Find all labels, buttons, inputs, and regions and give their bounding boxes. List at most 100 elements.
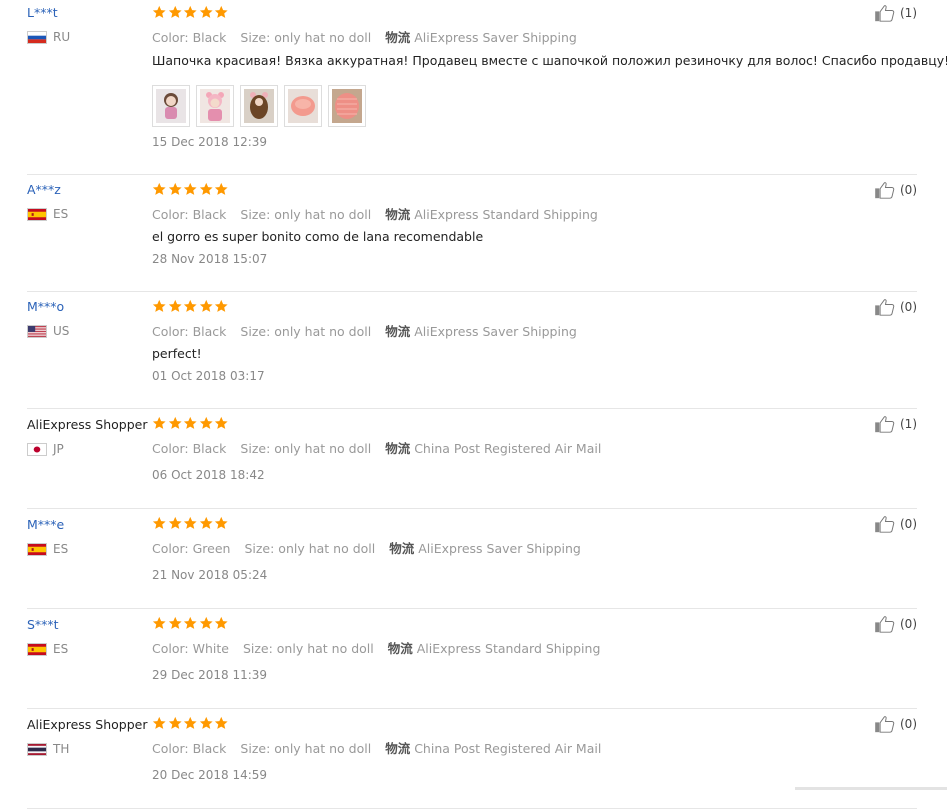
thumbs-up-icon[interactable] — [874, 298, 900, 316]
flag-es-icon — [27, 207, 47, 221]
country-code: US — [53, 324, 70, 338]
thumbs-up-icon[interactable] — [874, 615, 900, 633]
helpful-button[interactable]: (1) — [874, 415, 917, 433]
shipping-method: China Post Registered Air Mail — [414, 441, 602, 456]
flag-th-icon — [27, 742, 47, 756]
star-icon — [199, 616, 214, 631]
reviewer-name[interactable]: M***o — [27, 299, 64, 314]
thumbs-up-icon[interactable] — [874, 4, 900, 22]
star-icon — [199, 516, 214, 531]
helpful-count: (1) — [900, 6, 917, 20]
helpful-count: (0) — [900, 517, 917, 531]
helpful-button[interactable]: (0) — [874, 298, 917, 316]
review-item: L***t RU Color: Black Size: only hat no … — [27, 0, 947, 175]
thumbs-up-icon[interactable] — [874, 715, 900, 733]
star-icon — [152, 716, 167, 731]
star-icon — [183, 416, 198, 431]
star-icon — [168, 5, 183, 20]
helpful-count: (0) — [900, 617, 917, 631]
review-photo-thumbnail[interactable] — [284, 85, 322, 127]
order-attributes: Color: Green Size: only hat no doll 物流 Al… — [152, 538, 591, 557]
reviewer-name[interactable]: S***t — [27, 617, 59, 632]
review-date: 29 Dec 2018 11:39 — [152, 668, 268, 682]
reviewer-name: AliExpress Shopper — [27, 417, 148, 432]
review-photo-thumbnail[interactable] — [240, 85, 278, 127]
star-rating — [152, 416, 229, 431]
color-attr: Color: White — [152, 641, 229, 656]
thumbs-up-icon[interactable] — [874, 181, 900, 199]
country-code: TH — [53, 742, 70, 756]
order-attributes: Color: White Size: only hat no doll 物流 Al… — [152, 638, 610, 657]
star-rating — [152, 716, 229, 731]
review-item: M***e ES Color: Green Size: only hat no … — [27, 509, 917, 609]
helpful-button[interactable]: (0) — [874, 615, 917, 633]
star-icon — [168, 716, 183, 731]
size-attr: Size: only hat no doll — [240, 30, 372, 45]
star-icon — [183, 299, 198, 314]
color-attr: Color: Green — [152, 541, 231, 556]
star-rating — [152, 5, 229, 20]
review-photo-thumbnail[interactable] — [196, 85, 234, 127]
country-code: ES — [53, 642, 69, 656]
star-icon — [152, 416, 167, 431]
review-photos — [152, 85, 366, 127]
shipping-method: AliExpress Saver Shipping — [414, 30, 577, 45]
star-icon — [199, 299, 214, 314]
shipping-method: AliExpress Saver Shipping — [418, 541, 581, 556]
order-attributes: Color: Black Size: only hat no doll 物流 Al… — [152, 204, 608, 223]
star-icon — [168, 299, 183, 314]
helpful-count: (0) — [900, 717, 917, 731]
thumbs-up-icon[interactable] — [874, 415, 900, 433]
reviewer-name[interactable]: A***z — [27, 182, 61, 197]
star-icon — [183, 616, 198, 631]
order-attributes: Color: Black Size: only hat no doll 物流 Al… — [152, 27, 587, 46]
review-date: 21 Nov 2018 05:24 — [152, 568, 268, 582]
review-date: 15 Dec 2018 12:39 — [152, 135, 268, 149]
star-icon — [199, 5, 214, 20]
color-attr: Color: Black — [152, 324, 227, 339]
thumbs-up-icon[interactable] — [874, 515, 900, 533]
review-photo-thumbnail[interactable] — [328, 85, 366, 127]
star-icon — [168, 182, 183, 197]
reviewer-country: ES — [27, 642, 68, 656]
star-icon — [152, 5, 167, 20]
review-text: Шапочка красивая! Вязка аккуратная! Прод… — [152, 53, 947, 68]
star-icon — [214, 516, 229, 531]
helpful-button[interactable]: (1) — [874, 4, 917, 22]
logistics-label: 物流 — [385, 324, 411, 339]
size-attr: Size: only hat no doll — [240, 441, 372, 456]
color-attr: Color: Black — [152, 207, 227, 222]
helpful-button[interactable]: (0) — [874, 715, 917, 733]
star-icon — [214, 416, 229, 431]
review-text: perfect! — [152, 346, 202, 361]
review-item: AliExpress Shopper TH Color: Black Size:… — [27, 709, 917, 809]
reviewer-name[interactable]: M***e — [27, 517, 64, 532]
shipping-method: AliExpress Saver Shipping — [414, 324, 577, 339]
helpful-count: (1) — [900, 417, 917, 431]
order-attributes: Color: Black Size: only hat no doll 物流 Al… — [152, 321, 587, 340]
helpful-button[interactable]: (0) — [874, 515, 917, 533]
star-icon — [214, 716, 229, 731]
review-item: M***o US Color: Black Size: only hat no … — [27, 292, 917, 409]
reviewer-name[interactable]: L***t — [27, 5, 58, 20]
size-attr: Size: only hat no doll — [240, 207, 372, 222]
star-icon — [214, 616, 229, 631]
logistics-label: 物流 — [389, 541, 415, 556]
star-icon — [199, 716, 214, 731]
reviewer-country: US — [27, 324, 69, 338]
review-date: 01 Oct 2018 03:17 — [152, 369, 265, 383]
review-text: el gorro es super bonito como de lana re… — [152, 229, 484, 244]
country-code: RU — [53, 30, 71, 44]
size-attr: Size: only hat no doll — [240, 741, 372, 756]
review-photo-thumbnail[interactable] — [152, 85, 190, 127]
star-icon — [183, 182, 198, 197]
helpful-count: (0) — [900, 183, 917, 197]
star-rating — [152, 299, 229, 314]
star-icon — [152, 182, 167, 197]
helpful-button[interactable]: (0) — [874, 181, 917, 199]
review-date: 06 Oct 2018 18:42 — [152, 468, 265, 482]
logistics-label: 物流 — [385, 30, 411, 45]
order-attributes: Color: Black Size: only hat no doll 物流 Ch… — [152, 438, 611, 457]
flag-ru-icon — [27, 30, 47, 44]
review-item: AliExpress Shopper JP Color: Black Size:… — [27, 409, 917, 509]
